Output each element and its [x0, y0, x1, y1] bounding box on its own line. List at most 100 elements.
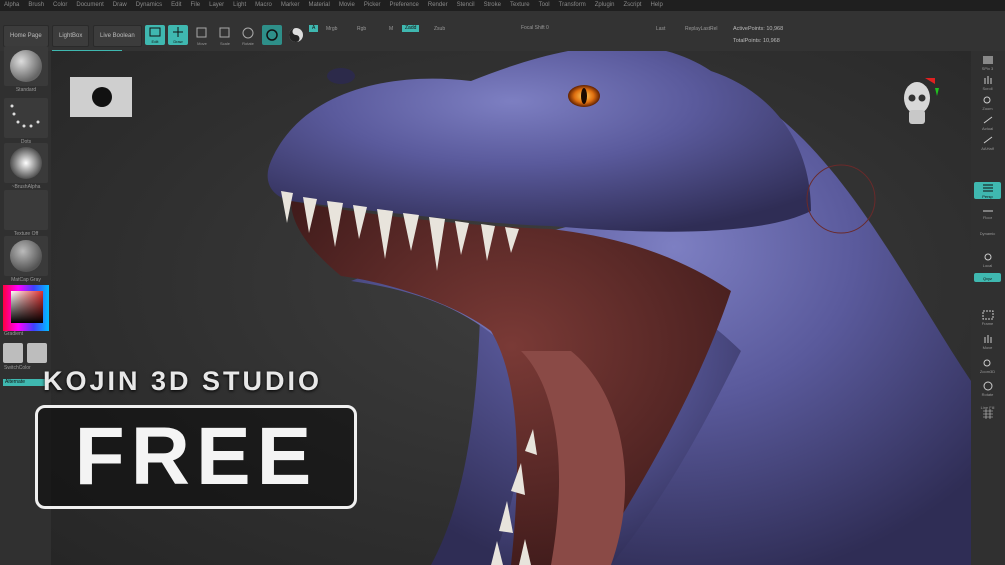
- texture-button[interactable]: [287, 26, 305, 44]
- polyframe-icon: [983, 409, 993, 419]
- menu-item-zplugin[interactable]: Zplugin: [595, 0, 615, 11]
- zsub-toggle[interactable]: Zsub: [434, 26, 445, 32]
- menu-bar: Alpha Brush Color Document Draw Dynamics Edit F…: [0, 0, 1005, 11]
- standard-brush-icon: [10, 50, 42, 82]
- lightbox-button[interactable]: LightBox: [52, 25, 90, 47]
- rotate-view-icon: [983, 381, 993, 391]
- stroke-thumb: [4, 98, 48, 138]
- menu-item-macro[interactable]: Macro: [255, 0, 272, 11]
- stroke-slot[interactable]: Dots: [4, 98, 48, 145]
- menu-item-movie[interactable]: Movie: [339, 0, 355, 11]
- edit-mode-button[interactable]: Edit: [145, 25, 165, 45]
- menu-item-edit[interactable]: Edit: [171, 0, 181, 11]
- alpha-dot-icon: [92, 87, 112, 107]
- menu-item-draw[interactable]: Draw: [113, 0, 127, 11]
- color-picker-square[interactable]: [11, 291, 43, 323]
- menu-item-alpha[interactable]: Alpha: [4, 0, 19, 11]
- brush-thumb: [4, 46, 48, 86]
- aahalf-button[interactable]: AAHalf: [974, 134, 1001, 151]
- menu-item-texture[interactable]: Texture: [510, 0, 530, 11]
- material-label: MatCap Gray: [11, 277, 41, 283]
- menu-item-brush[interactable]: Brush: [28, 0, 44, 11]
- menu-item-document[interactable]: Document: [76, 0, 103, 11]
- actual-button[interactable]: Actual: [974, 114, 1001, 131]
- frame-button[interactable]: Frame: [974, 309, 1001, 326]
- actual-icon: [983, 116, 993, 124]
- rotate-mode-button[interactable]: Rotate: [239, 26, 257, 46]
- persp-button[interactable]: Persp: [974, 182, 1001, 199]
- aahalf-icon: [983, 136, 993, 144]
- alpha-preview-thumb[interactable]: [70, 77, 132, 117]
- texture-slot[interactable]: Texture Off: [4, 190, 48, 237]
- zoom3d-icon: [983, 359, 991, 367]
- line-fill-button[interactable]: Line Fill: [974, 401, 1001, 419]
- rgb-toggle[interactable]: Rgb: [357, 26, 366, 32]
- top-toolbar: Home Page LightBox Live Boolean Edit Dra…: [0, 11, 1005, 51]
- brush-alpha-icon: [10, 147, 42, 179]
- menu-item-dynamics[interactable]: Dynamics: [136, 0, 162, 11]
- alternate-toggle[interactable]: Alternate: [3, 379, 45, 386]
- rotate-view-button[interactable]: Rotate: [974, 380, 1001, 397]
- menu-item-zscript[interactable]: Zscript: [623, 0, 641, 11]
- m-toggle[interactable]: M: [389, 26, 393, 32]
- magnifier-icon: [983, 96, 991, 104]
- menu-item-tool[interactable]: Tool: [539, 0, 550, 11]
- material-button[interactable]: [262, 25, 282, 45]
- last-button[interactable]: Last: [656, 26, 665, 32]
- menu-item-render[interactable]: Render: [428, 0, 448, 11]
- local-button[interactable]: Local: [974, 251, 1001, 268]
- free-badge: FREE: [35, 405, 357, 509]
- color-picker[interactable]: [3, 285, 49, 331]
- material-slot[interactable]: MatCap Gray: [4, 236, 48, 283]
- zadd-toggle[interactable]: Zadd: [402, 25, 420, 32]
- menu-item-stencil[interactable]: Stencil: [457, 0, 475, 11]
- menu-item-color[interactable]: Color: [53, 0, 67, 11]
- move-mode-button[interactable]: Move: [193, 26, 211, 46]
- hand-icon: [984, 76, 992, 84]
- home-page-button[interactable]: Home Page: [3, 25, 49, 47]
- orientation-skull-icon[interactable]: [899, 76, 939, 132]
- move-view-button[interactable]: Move: [974, 333, 1001, 350]
- menu-item-layer[interactable]: Layer: [209, 0, 224, 11]
- menu-item-light[interactable]: Light: [233, 0, 246, 11]
- qxyz-button[interactable]: Qxyz: [974, 273, 1001, 282]
- menu-item-preference[interactable]: Preference: [390, 0, 419, 11]
- floor-button[interactable]: Floor: [974, 203, 1001, 220]
- move-icon: [196, 27, 207, 38]
- menu-item-material[interactable]: Material: [309, 0, 330, 11]
- mrgb-toggle[interactable]: Mrgb: [326, 26, 337, 32]
- dots-stroke-icon: [10, 104, 40, 128]
- alpha-thumb: [4, 143, 48, 183]
- a-toggle[interactable]: A: [309, 25, 319, 32]
- gradient-label: Gradient: [4, 331, 24, 337]
- dynamic-button[interactable]: Dynamic: [974, 225, 1001, 242]
- main-color-swatch[interactable]: [3, 343, 23, 363]
- menu-item-file[interactable]: File: [190, 0, 200, 11]
- gear-icon: [266, 29, 278, 41]
- draw-mode-button[interactable]: Draw: [168, 25, 188, 45]
- switch-color-label: SwitchColor: [4, 365, 31, 371]
- replay-last-button[interactable]: ReplayLastRel: [685, 26, 718, 32]
- focal-shift-slider[interactable]: Focal Shift 0: [521, 25, 549, 31]
- frame-icon: [982, 310, 994, 320]
- live-boolean-button[interactable]: Live Boolean: [93, 25, 142, 47]
- spix-button[interactable]: SPix 3: [974, 54, 1001, 71]
- scale-mode-button[interactable]: Scale: [216, 26, 234, 46]
- menu-item-transform[interactable]: Transform: [559, 0, 586, 11]
- scroll-button[interactable]: Scroll: [974, 74, 1001, 91]
- brush-slot[interactable]: Standard: [4, 46, 48, 93]
- local-icon: [984, 253, 992, 261]
- alpha-slot[interactable]: ~BrushAlpha: [4, 143, 48, 190]
- zoom-button[interactable]: Zoom: [974, 94, 1001, 111]
- zoom3d-button[interactable]: Zoom3D: [974, 357, 1001, 374]
- menu-item-picker[interactable]: Picker: [364, 0, 381, 11]
- floor-icon: [983, 210, 993, 212]
- secondary-color-swatch[interactable]: [27, 343, 47, 363]
- menu-item-stroke[interactable]: Stroke: [484, 0, 501, 11]
- spix-icon: [983, 56, 993, 64]
- matcap-sphere-icon: [10, 240, 42, 272]
- menu-item-marker[interactable]: Marker: [281, 0, 300, 11]
- free-label: FREE: [74, 411, 318, 502]
- yin-yang-icon: [289, 28, 303, 42]
- menu-item-help[interactable]: Help: [650, 0, 662, 11]
